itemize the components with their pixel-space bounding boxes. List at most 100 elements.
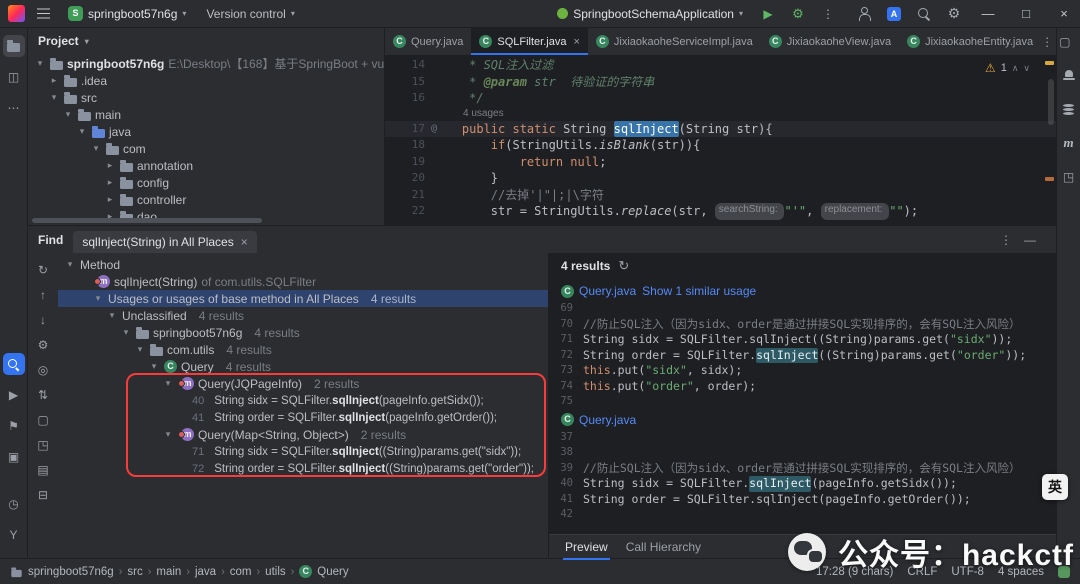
find-tree-node[interactable]: ▾Usages or usages of base method in All … [58,290,548,307]
breadcrumb-item[interactable]: src [127,566,142,578]
editor-tab[interactable]: CJixiaokaoheEntity.java [899,28,1041,55]
close-icon[interactable]: × [241,235,248,249]
project-tree-item[interactable]: ▾com [28,140,384,157]
chevron-icon[interactable]: ▾ [92,293,104,304]
tab-call-hierarchy[interactable]: Call Hierarchy [624,537,703,557]
refresh-icon[interactable]: ↻ [33,261,53,279]
services-button[interactable]: ⚙ [786,3,810,25]
breadcrumb-item[interactable]: utils [265,566,285,578]
code-line[interactable]: 19 return null; [385,154,1056,171]
history-tool-icon[interactable]: ◷ [3,493,25,515]
editor-tab[interactable]: CJixiaokaoheView.java [761,28,899,55]
status-widget[interactable]: CRLF [907,566,937,578]
close-icon[interactable]: × [573,36,579,48]
chevron-icon[interactable]: ▸ [104,177,116,188]
target-icon[interactable]: ◎ [33,361,53,379]
warning-stripe-mark[interactable] [1045,177,1054,181]
refresh-icon[interactable]: ↻ [618,258,629,274]
arrow-up-icon[interactable]: ↑ [33,286,53,304]
translate-button[interactable]: A [882,3,906,25]
next-issue-icon[interactable]: ∨ [1023,63,1030,74]
main-menu-icon[interactable] [31,3,55,25]
hide-panel-icon[interactable]: — [1024,233,1036,247]
editor-tab[interactable]: CSQLFilter.java× [471,28,588,55]
chevron-icon[interactable]: ▾ [106,310,118,321]
project-tool-icon[interactable] [3,35,25,57]
find-tree-node[interactable]: msqlInject(String) of com.utils.SQLFilte… [58,273,548,290]
search-everywhere-button[interactable] [912,3,936,25]
chevron-icon[interactable]: ▾ [90,143,102,154]
notifications-bell-icon[interactable] [1058,64,1080,86]
chevron-icon[interactable]: ▾ [148,361,160,372]
find-tree-node[interactable]: ▾Method [58,256,548,273]
chevron-icon[interactable]: ▾ [162,429,174,440]
preview-code-line[interactable]: 40String sidx = SQLFilter.sqlInject(page… [553,476,1056,492]
preview-code-line[interactable]: 75 [553,394,1056,410]
preview-code-line[interactable]: 71String sidx = SQLFilter.sqlInject((Str… [553,332,1056,348]
run-config-widget[interactable]: SpringbootSchemaApplication ▾ [550,4,750,24]
code-line[interactable]: 20 } [385,170,1056,187]
preview-code-line[interactable]: 37 [553,430,1056,446]
swap-icon[interactable]: ⇅ [33,386,53,404]
file-link[interactable]: CQuery.java [561,284,636,298]
breadcrumb-item[interactable]: springboot57n6g [10,566,114,578]
find-result-row[interactable]: 71String sidx = SQLFilter.sqlInject((Str… [58,443,548,460]
chevron-icon[interactable]: ▾ [48,92,60,103]
chevron-icon[interactable]: ▾ [120,327,132,338]
project-tree-item[interactable]: ▸.idea [28,72,384,89]
similar-usage-link[interactable]: Show 1 similar usage [642,284,756,298]
group-by-icon[interactable]: ▤ [33,461,53,479]
preview-code-line[interactable]: 74this.put("order", order); [553,379,1056,395]
inspections-widget[interactable]: ⚠ 1 ∧ ∨ [979,60,1036,76]
options-menu-icon[interactable]: ⋮ [1000,233,1012,247]
project-widget[interactable]: S springboot57n6g ▾ [61,3,193,24]
preview-code-line[interactable]: 72String order = SQLFilter.sqlInject((St… [553,348,1056,364]
code-editor[interactable]: ⚠ 1 ∧ ∨ 14 * SQL注入过滤15 * @param str 待验证的… [385,55,1056,225]
file-link[interactable]: CQuery.java [561,413,636,427]
preview-code-line[interactable]: 41String order = SQLFilter.sqlInject(pag… [553,492,1056,508]
project-tree-item[interactable]: ▾java [28,123,384,140]
find-tree-node[interactable]: ▾com.utils4 results [58,341,548,358]
project-tree-item[interactable]: ▸controller [28,191,384,208]
prev-issue-icon[interactable]: ∧ [1012,63,1019,74]
gutter-annotation-icon[interactable]: @ [431,121,437,138]
find-result-row[interactable]: 41String order = SQLFilter.sqlInject(pag… [58,409,548,426]
find-tree-node[interactable]: ▾Unclassified4 results [58,307,548,324]
chevron-icon[interactable]: ▾ [162,378,174,389]
more-actions-button[interactable]: ⋮ [816,3,840,25]
editor-tab[interactable]: CJixiaokaoheServiceImpl.java [588,28,761,55]
breadcrumb-item[interactable]: com [230,566,252,578]
preview-code-line[interactable]: 73this.put("sidx", sidx); [553,363,1056,379]
code-line[interactable]: 18 if(StringUtils.isBlank(str)){ [385,137,1056,154]
bookmarks-tool-icon[interactable]: ⚑ [3,415,25,437]
find-tree-node[interactable]: ▾CQuery4 results [58,358,548,375]
warning-stripe-mark[interactable] [1045,61,1054,65]
settings-button[interactable]: ⚙ [942,3,966,25]
run-tool-icon[interactable]: ▶ [3,384,25,406]
status-widget[interactable]: 4 spaces [998,566,1044,578]
project-tree-item[interactable]: ▾main [28,106,384,123]
breadcrumb-item[interactable]: main [156,566,181,578]
project-tree-item[interactable]: ▾src [28,89,384,106]
find-tree-node[interactable]: ▾mQuery(JQPageInfo)2 results [58,375,548,392]
editor-scrollbar[interactable] [1048,79,1054,125]
status-widget[interactable]: 17:28 (9 chars) [816,566,893,578]
find-tree-node[interactable]: ▾mQuery(Map<String, Object>)2 results [58,426,548,443]
preview-code-line[interactable]: 42 [553,507,1056,523]
vcs-widget[interactable]: Version control ▾ [199,4,301,24]
horizontal-scrollbar[interactable] [32,218,262,223]
commit-tool-icon[interactable]: ◫ [3,66,25,88]
breadcrumb-item[interactable]: CQuery [299,565,348,578]
maximize-button[interactable]: □ [1010,0,1042,27]
database-tool-icon[interactable] [1058,98,1080,120]
chevron-icon[interactable]: ▾ [64,259,76,270]
code-with-me-button[interactable] [852,3,876,25]
preview-code-line[interactable]: 39//防止SQL注入（因为sidx、order是通过拼接SQL实现排序的，会有… [553,461,1056,477]
chevron-icon[interactable]: ▾ [62,109,74,120]
preview-code-line[interactable]: 69 [553,301,1056,317]
chevron-icon[interactable]: ▾ [34,58,46,69]
export-icon[interactable]: ◳ [33,436,53,454]
maven-tool-icon[interactable]: m [1058,132,1080,154]
run-button[interactable]: ▶ [756,3,780,25]
preview-code-line[interactable]: 38 [553,445,1056,461]
